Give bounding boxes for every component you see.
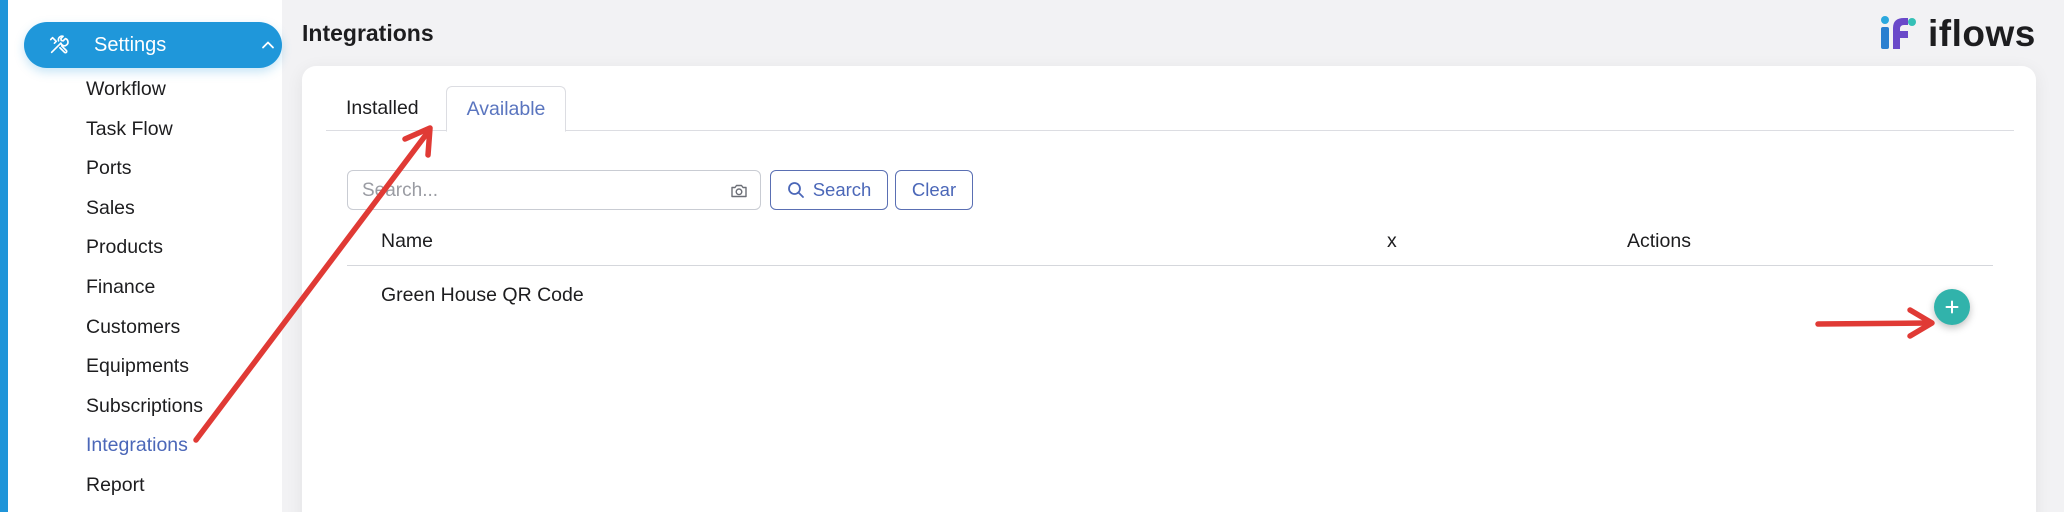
- integration-tabs: Installed Available: [326, 86, 2014, 132]
- search-input[interactable]: [362, 179, 722, 203]
- settings-label: Settings: [94, 34, 167, 56]
- table-header: Name x Actions: [347, 230, 1993, 266]
- app-window: Settings Workflow Task Flow Ports Sales …: [0, 0, 2064, 512]
- brand-name: iflows: [1928, 13, 2036, 54]
- sidebar-item-finance[interactable]: Finance: [86, 272, 203, 312]
- sidebar-item-ports[interactable]: Ports: [86, 153, 203, 193]
- search-button-label: Search: [812, 179, 872, 200]
- table-row: Green House QR Code: [347, 266, 1993, 336]
- settings-submenu: Workflow Task Flow Ports Sales Products …: [86, 74, 203, 510]
- magnifier-icon: [787, 182, 804, 198]
- sidebar-accent-edge: [0, 0, 8, 512]
- iflows-logo-icon: [1881, 16, 1916, 49]
- sidebar-item-equipments[interactable]: Equipments: [86, 351, 203, 391]
- sidebar-item-subscriptions[interactable]: Subscriptions: [86, 391, 203, 431]
- sidebar-item-report[interactable]: Report: [86, 470, 203, 510]
- camera-icon[interactable]: [730, 182, 748, 200]
- sidebar-item-products[interactable]: Products: [86, 232, 203, 272]
- sidebar-item-customers[interactable]: Customers: [86, 312, 203, 352]
- page-title: Integrations: [302, 20, 434, 46]
- brand-logo: iflows: [1878, 12, 2036, 56]
- add-integration-button[interactable]: [1934, 289, 1970, 325]
- integration-name: Green House QR Code: [381, 284, 584, 306]
- tab-available[interactable]: Available: [446, 86, 566, 132]
- column-header-x: x: [1387, 230, 1397, 252]
- integrations-card: Installed Available Search Clear Name x …: [302, 66, 2036, 512]
- column-header-name: Name: [381, 230, 434, 252]
- tab-installed[interactable]: Installed: [326, 86, 432, 131]
- sidebar-settings-toggle[interactable]: Settings: [24, 22, 282, 68]
- tools-icon: [49, 35, 69, 54]
- search-button[interactable]: Search: [770, 170, 888, 210]
- chevron-up-icon: [262, 41, 274, 49]
- plus-icon: [1945, 300, 1959, 314]
- sidebar-item-integrations[interactable]: Integrations: [86, 430, 203, 470]
- sidebar-item-task-flow[interactable]: Task Flow: [86, 114, 203, 154]
- column-header-actions: Actions: [1627, 230, 1691, 252]
- sidebar-item-sales[interactable]: Sales: [86, 193, 203, 233]
- sidebar: Settings Workflow Task Flow Ports Sales …: [8, 0, 282, 512]
- sidebar-item-workflow[interactable]: Workflow: [86, 74, 203, 114]
- clear-button[interactable]: Clear: [895, 170, 973, 210]
- search-box: [347, 170, 761, 210]
